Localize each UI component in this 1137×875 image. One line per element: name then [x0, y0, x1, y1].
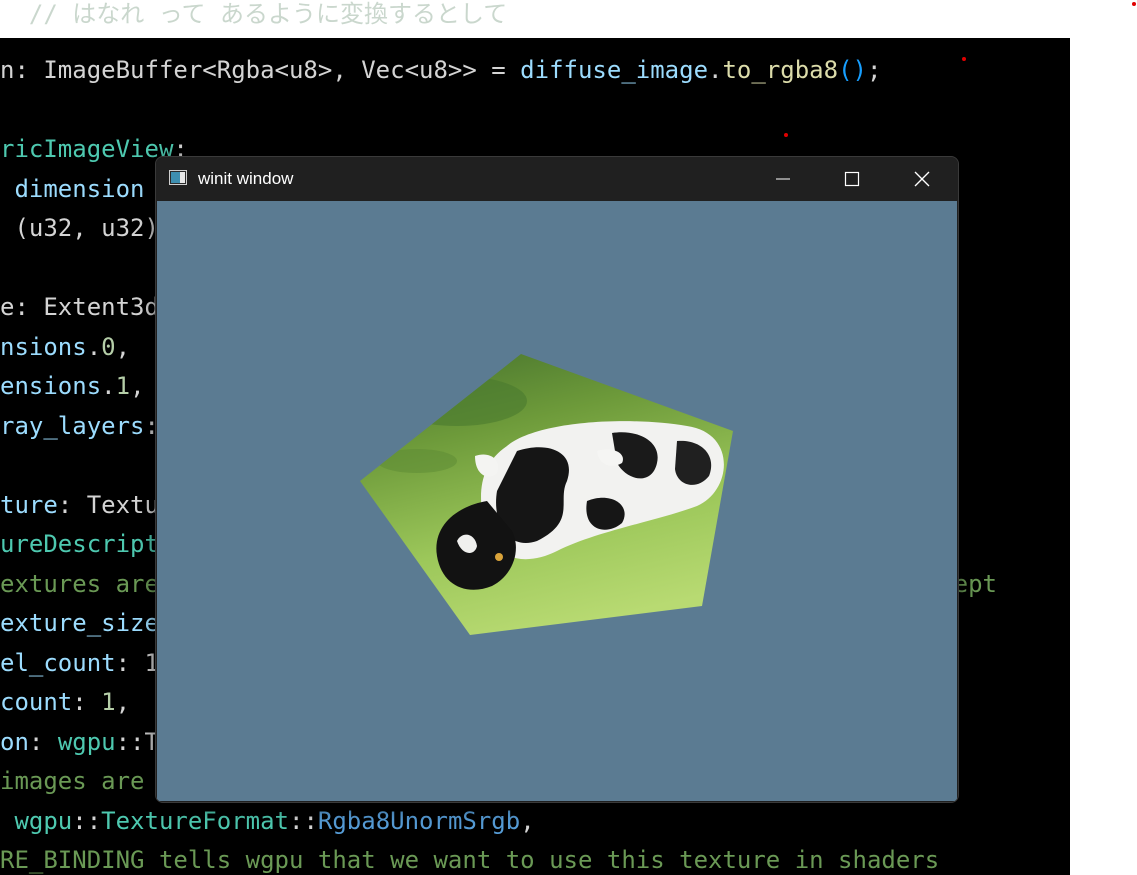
- red-marker: [784, 133, 788, 137]
- code-line: e: Extent3d: [0, 287, 159, 327]
- code-token: 0: [101, 332, 116, 361]
- code-line: wgpu::TextureFormat::Rgba8UnormSrgb,: [0, 801, 535, 841]
- code-token: ray_layers: [0, 411, 145, 440]
- maximize-icon: [844, 171, 860, 186]
- code-line: ensions.1,: [0, 366, 145, 406]
- window-title: winit window: [198, 169, 294, 188]
- code-line: ture: Textu: [0, 485, 159, 525]
- code-token: :: [72, 688, 102, 716]
- code-line: ray_layers:: [0, 406, 159, 446]
- code-token: wgpu: [0, 806, 73, 835]
- code-token: .: [708, 56, 723, 84]
- code-token: on: [0, 727, 29, 756]
- code-token: (u32, u32): [0, 214, 159, 242]
- code-token: .: [86, 332, 102, 361]
- code-token: ::T: [115, 727, 159, 756]
- code-line: count: 1,: [0, 682, 130, 722]
- code-token: Rgba8UnormSrgb: [317, 806, 521, 835]
- code-line: on: wgpu::T: [0, 722, 159, 762]
- code-token: to_rgba8: [722, 56, 839, 84]
- code-token: ::: [72, 806, 102, 835]
- code-line: n: ImageBuffer<Rgba<u8>, Vec<u8>> = diff…: [0, 50, 881, 90]
- code-token: : Textu: [57, 490, 159, 519]
- code-token: :: [28, 727, 58, 756]
- code-token: e: Extent3d: [0, 293, 159, 321]
- maximize-button[interactable]: [817, 157, 887, 200]
- red-marker: [962, 57, 966, 61]
- faded-code-line: // はなれ って あるように変換するとして: [0, 0, 508, 28]
- code-token: diffuse_image: [520, 56, 709, 84]
- code-line: images are: [0, 761, 145, 801]
- top-white-strip: // はなれ って あるように変換するとして: [0, 0, 1137, 38]
- app-window-icon: [169, 170, 187, 185]
- code-token: ::: [289, 806, 318, 835]
- code-line: el_count: 1: [0, 643, 159, 683]
- winit-window[interactable]: winit window: [155, 156, 959, 803]
- close-button[interactable]: [887, 157, 957, 200]
- code-token: (): [838, 56, 867, 84]
- code-token: TextureFormat: [101, 806, 289, 835]
- code-token: ensions: [0, 372, 102, 400]
- code-token: n: ImageBuffer<Rgba<u8>, Vec<u8>> =: [0, 56, 521, 84]
- code-token: nsions: [0, 332, 87, 361]
- code-token: dimension: [0, 174, 145, 203]
- code-token: images are: [0, 767, 145, 795]
- code-token: RE_BINDING tells wgpu that we want to us…: [0, 846, 940, 874]
- code-token: count: [0, 688, 73, 716]
- code-token: exture_size: [0, 609, 159, 637]
- minimize-icon: [776, 178, 790, 179]
- code-token: ;: [866, 56, 882, 84]
- minimize-button[interactable]: [748, 157, 818, 200]
- code-token: : 1: [115, 648, 159, 677]
- red-marker: [1132, 2, 1136, 6]
- code-line: RE_BINDING tells wgpu that we want to us…: [0, 840, 939, 875]
- code-token: ,: [520, 806, 535, 835]
- code-token: 1: [101, 688, 116, 716]
- code-token: 1: [115, 372, 131, 400]
- cow-texture: [360, 354, 733, 635]
- code-token: el_count: [0, 648, 116, 677]
- code-token: .: [101, 372, 116, 400]
- code-token: ,: [130, 372, 145, 400]
- code-token: ,: [115, 688, 131, 716]
- code-line: nsions.0,: [0, 327, 130, 367]
- code-token: ,: [115, 332, 131, 361]
- code-token: wgpu: [57, 727, 116, 756]
- code-token: ture: [0, 490, 58, 519]
- code-token: extures are: [0, 569, 159, 598]
- code-token: ricImageView: [0, 135, 174, 163]
- window-titlebar[interactable]: winit window: [156, 157, 958, 200]
- code-line: dimension: [0, 169, 145, 209]
- textured-pentagon: [360, 354, 733, 635]
- render-surface[interactable]: [157, 201, 957, 801]
- close-icon: [914, 171, 930, 186]
- code-line: exture_size: [0, 603, 159, 643]
- code-line: (u32, u32): [0, 208, 159, 248]
